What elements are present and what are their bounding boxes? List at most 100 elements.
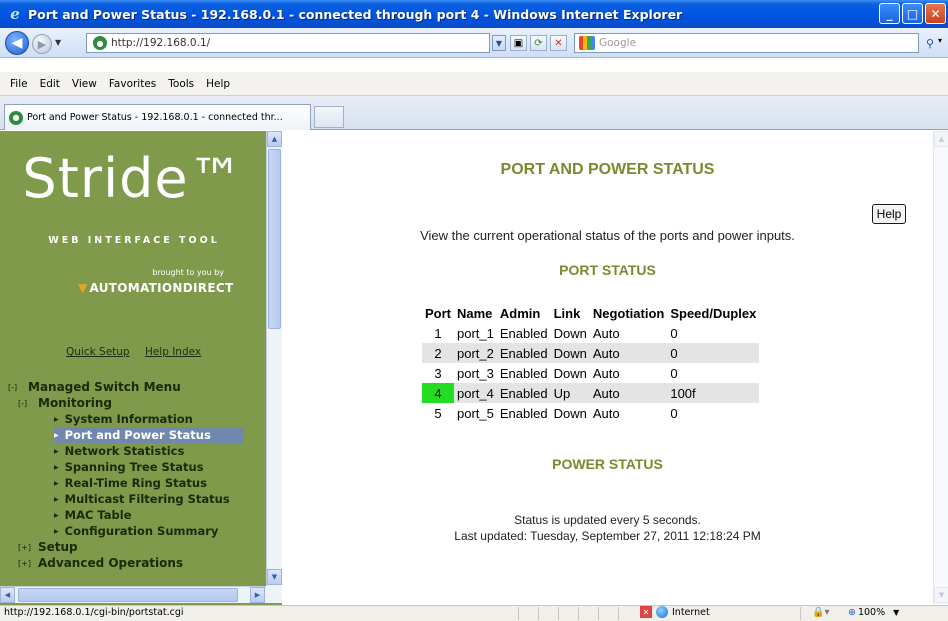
tree-item-label[interactable]: Spanning Tree Status bbox=[65, 460, 204, 474]
navigation-bar: ◀ ▶ ▼ ● http://192.168.0.1/ ▼ ▣ ⟳ ✕ Goog… bbox=[0, 28, 948, 58]
forward-button[interactable]: ▶ bbox=[32, 34, 52, 54]
column-header: Name bbox=[457, 305, 493, 321]
close-button[interactable]: ✕ bbox=[925, 3, 946, 24]
tab-favicon-icon: ● bbox=[9, 110, 23, 125]
tree-item-label[interactable]: Port and Power Status bbox=[65, 428, 211, 442]
sidebar-vertical-scrollbar[interactable]: ▲ ▼ bbox=[266, 131, 282, 586]
minimize-button[interactable]: _ bbox=[879, 3, 900, 24]
refresh-icon[interactable]: ⟳ bbox=[530, 35, 547, 51]
menu-favorites[interactable]: Favorites bbox=[103, 78, 162, 90]
tree-item-real-time-ring-status[interactable]: ▶ Real-Time Ring Status bbox=[54, 475, 207, 491]
scroll-left-icon[interactable]: ◀ bbox=[0, 587, 15, 603]
tree-label[interactable]: Monitoring bbox=[38, 396, 112, 410]
port-link: Down bbox=[553, 365, 587, 381]
menu-view[interactable]: View bbox=[66, 78, 103, 90]
quick-setup-link[interactable]: Quick Setup bbox=[66, 346, 130, 358]
tree-item-spanning-tree-status[interactable]: ▶ Spanning Tree Status bbox=[54, 459, 204, 475]
maximize-button[interactable]: □ bbox=[902, 3, 923, 24]
tree-item-configuration-summary[interactable]: ▶ Configuration Summary bbox=[54, 523, 218, 539]
brought-by-text: brought to you by bbox=[152, 268, 224, 277]
address-dropdown-icon[interactable]: ▼ bbox=[492, 35, 506, 51]
security-zone[interactable]: ✕ Internet bbox=[640, 606, 710, 618]
port-number: 5 bbox=[434, 405, 442, 421]
tree-advanced-operations[interactable]: [+] Advanced Operations bbox=[18, 555, 183, 571]
tree-item-port-and-power-status[interactable]: ▶ Port and Power Status bbox=[54, 427, 244, 443]
logo-subtitle: WEB INTERFACE TOOL bbox=[48, 235, 220, 246]
bullet-arrow-icon: ▶ bbox=[54, 463, 59, 471]
tree-label[interactable]: Advanced Operations bbox=[38, 556, 183, 570]
status-divider bbox=[558, 607, 559, 620]
scroll-down-icon[interactable]: ▼ bbox=[267, 569, 282, 585]
tree-managed-switch-menu[interactable]: [-] Managed Switch Menu bbox=[8, 379, 181, 395]
tree-item-label[interactable]: System Information bbox=[65, 412, 193, 426]
menu-edit[interactable]: Edit bbox=[34, 78, 66, 90]
port-number: 2 bbox=[422, 343, 454, 363]
port-admin: Enabled bbox=[499, 405, 548, 421]
port-speed: 0 bbox=[670, 325, 678, 341]
tree-item-multicast-filtering-status[interactable]: ▶ Multicast Filtering Status bbox=[54, 491, 230, 507]
sidebar-horizontal-scrollbar[interactable]: ◀ ▶ bbox=[0, 586, 266, 603]
compatibility-view-icon[interactable]: ▣ bbox=[510, 35, 527, 51]
tree-item-label[interactable]: Configuration Summary bbox=[65, 524, 219, 538]
protected-mode-icon[interactable]: 🔒▾ bbox=[812, 607, 829, 618]
scroll-right-icon[interactable]: ▶ bbox=[250, 587, 265, 603]
history-dropdown-icon[interactable]: ▼ bbox=[55, 38, 61, 47]
search-field[interactable]: Google bbox=[574, 33, 919, 53]
search-icon[interactable]: ⚲ bbox=[922, 34, 938, 52]
port-negotiation: Auto bbox=[589, 383, 668, 403]
scroll-thumb[interactable] bbox=[268, 149, 281, 329]
address-field[interactable]: ● http://192.168.0.1/ bbox=[86, 33, 490, 53]
bullet-arrow-icon: ▶ bbox=[54, 511, 59, 519]
sidebar-frame: Stride™ WEB INTERFACE TOOL brought to yo… bbox=[0, 131, 282, 605]
zoom-level[interactable]: 100% bbox=[858, 607, 885, 618]
stop-icon[interactable]: ✕ bbox=[550, 35, 567, 51]
tree-item-network-statistics[interactable]: ▶ Network Statistics bbox=[54, 443, 184, 459]
menu-help[interactable]: Help bbox=[200, 78, 236, 90]
search-placeholder[interactable]: Google bbox=[599, 37, 636, 49]
content-vertical-scrollbar[interactable]: ▲ ▼ bbox=[933, 131, 948, 605]
zoom-control[interactable]: ⊕ 100% ▼ bbox=[848, 607, 899, 618]
collapse-icon[interactable]: [-] bbox=[8, 383, 28, 392]
address-text[interactable]: http://192.168.0.1/ bbox=[111, 37, 210, 49]
collapse-icon[interactable]: [-] bbox=[18, 399, 38, 408]
column-header: Admin bbox=[499, 305, 541, 321]
tree-setup[interactable]: [+] Setup bbox=[18, 539, 78, 555]
new-tab-button[interactable] bbox=[314, 106, 344, 128]
tree-label[interactable]: Managed Switch Menu bbox=[28, 380, 181, 394]
site-favicon-icon: ● bbox=[93, 36, 107, 50]
search-options-icon[interactable]: ▾ bbox=[938, 36, 942, 45]
scroll-down-icon[interactable]: ▼ bbox=[934, 587, 948, 603]
bullet-arrow-icon: ▶ bbox=[54, 479, 59, 487]
port-name: port_3 bbox=[457, 365, 494, 381]
scroll-thumb[interactable] bbox=[18, 588, 238, 602]
internet-zone-icon bbox=[656, 606, 668, 618]
expand-icon[interactable]: [+] bbox=[18, 543, 38, 552]
quick-links: Quick Setup Help Index bbox=[66, 346, 213, 358]
tree-item-label[interactable]: Real-Time Ring Status bbox=[65, 476, 207, 490]
status-url: http://192.168.0.1/cgi-bin/portstat.cgi bbox=[4, 607, 184, 618]
status-divider bbox=[618, 607, 619, 620]
tree-item-label[interactable]: Network Statistics bbox=[65, 444, 185, 458]
port-link: Up bbox=[550, 383, 590, 403]
tree-item-system-information[interactable]: ▶ System Information bbox=[54, 411, 193, 427]
back-button[interactable]: ◀ bbox=[5, 31, 29, 55]
scroll-up-icon[interactable]: ▲ bbox=[934, 131, 948, 147]
popup-blocked-icon[interactable]: ✕ bbox=[640, 606, 652, 618]
tree-item-mac-table[interactable]: ▶ MAC Table bbox=[54, 507, 132, 523]
tree-item-label[interactable]: MAC Table bbox=[65, 508, 132, 522]
expand-icon[interactable]: [+] bbox=[18, 559, 38, 568]
tree-monitoring[interactable]: [-] Monitoring bbox=[18, 395, 112, 411]
menu-tools[interactable]: Tools bbox=[162, 78, 200, 90]
port-admin: Enabled bbox=[499, 325, 548, 341]
tree-label[interactable]: Setup bbox=[38, 540, 78, 554]
tab-port-and-power-status[interactable]: ● Port and Power Status - 192.168.0.1 - … bbox=[4, 104, 311, 130]
help-index-link[interactable]: Help Index bbox=[145, 346, 201, 358]
help-button[interactable]: Help bbox=[872, 204, 906, 224]
status-divider bbox=[800, 607, 801, 620]
port-link: Down bbox=[553, 405, 587, 421]
scroll-up-icon[interactable]: ▲ bbox=[267, 131, 282, 147]
menu-file[interactable]: File bbox=[4, 78, 34, 90]
zoom-dropdown-icon[interactable]: ▼ bbox=[893, 608, 899, 617]
logo-trademark: ™ bbox=[188, 147, 244, 210]
tree-item-label[interactable]: Multicast Filtering Status bbox=[65, 492, 230, 506]
